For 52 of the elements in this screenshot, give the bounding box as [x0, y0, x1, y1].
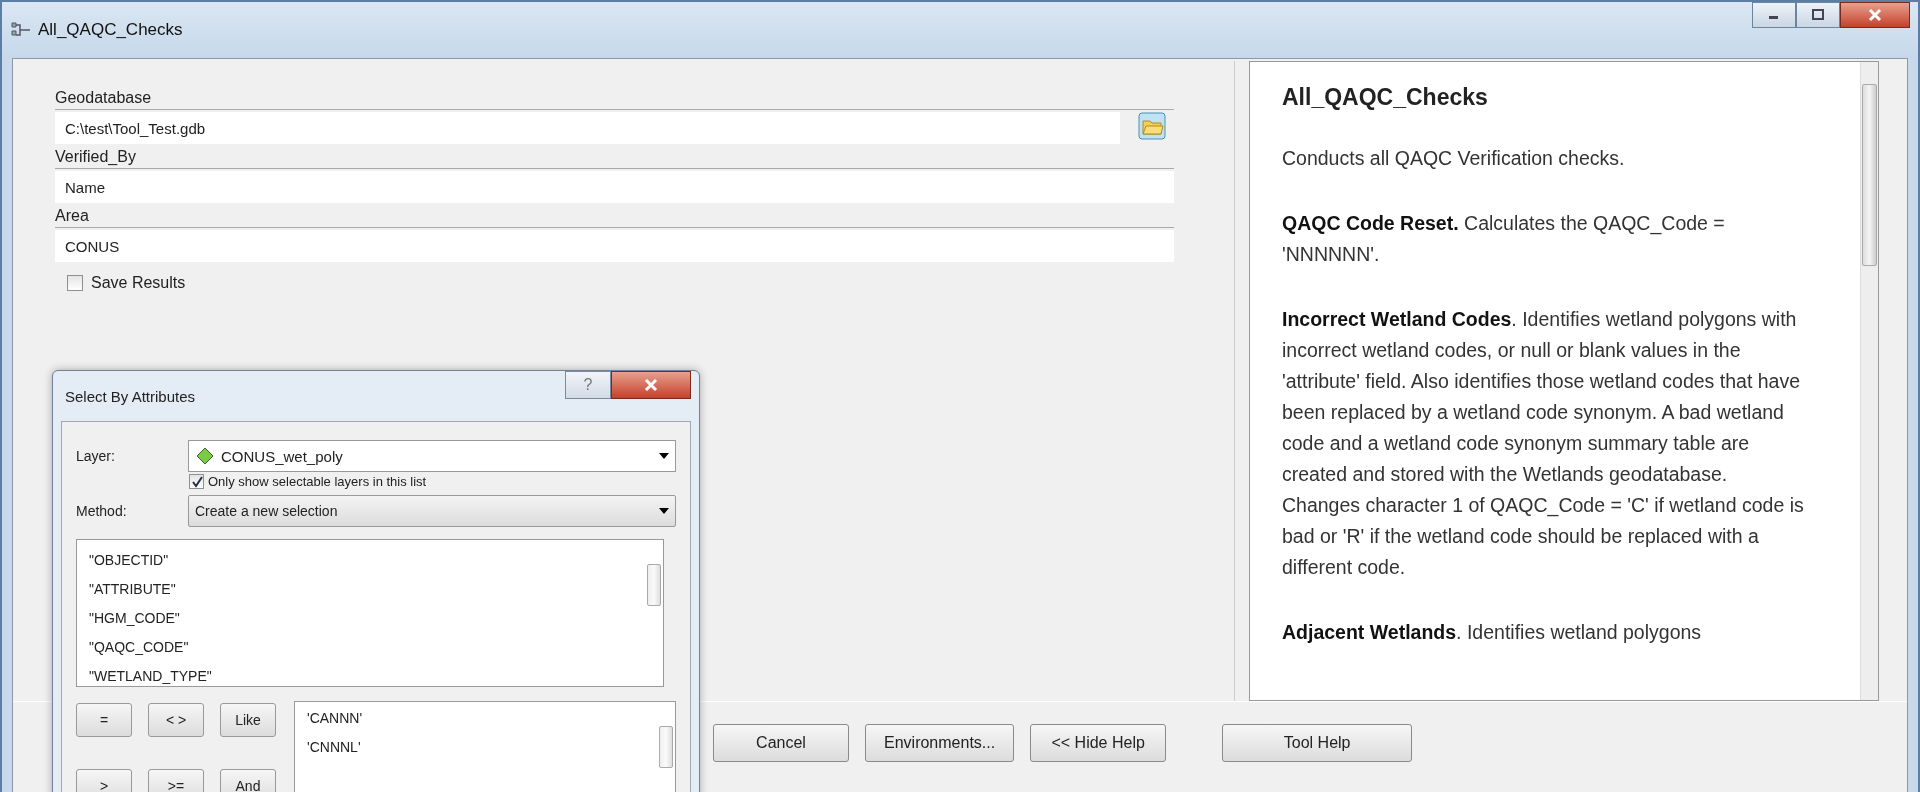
- dialog-button[interactable]: << Hide Help: [1030, 724, 1167, 762]
- method-label: Method:: [76, 503, 128, 519]
- dialog-button[interactable]: Environments...: [865, 724, 1015, 762]
- close-button[interactable]: [1840, 2, 1910, 28]
- tool-icon: [10, 21, 32, 39]
- help-paragraph: Conducts all QAQC Verification checks.: [1282, 146, 1626, 171]
- field-item[interactable]: "ATTRIBUTE": [89, 575, 633, 604]
- help-paragraph: Incorrect Wetland Codes. Identifies wetland polygons with incorrect wetland codes, or null or blank values in the 'attribute' field. Also identifies those wetland codes that have been replaced by a wetland code synonym. A bad wetland code and a wetland code synonym summary table are created and stored with the Wetlands geodatabase. Changes character 1 of QAQC_Code = 'C' if wetland code is bad or 'R' if the wetland code should be replaced with a different code.: [1282, 307, 1805, 580]
- parameter-label: Area: [55, 207, 1174, 228]
- close-button[interactable]: [611, 371, 691, 399]
- parameter-label: Geodatabase: [55, 89, 1174, 110]
- checkbox[interactable]: [189, 474, 204, 489]
- operator-button[interactable]: And: [220, 769, 276, 792]
- diamond-icon: [195, 446, 215, 466]
- field-item[interactable]: "HGM_CODE": [89, 604, 633, 633]
- field-list[interactable]: "OBJECTID" "ATTRIBUTE" "HGM_CODE" "QAQC_CODE" "WETLAND_TYPE": [76, 539, 664, 687]
- field-item[interactable]: "OBJECTID": [89, 546, 633, 575]
- window-title: All_QAQC_Checks: [38, 20, 183, 40]
- layer-label: Layer:: [76, 448, 116, 464]
- dialog-title: Select By Attributes: [64, 387, 196, 405]
- scrollbar[interactable]: [1860, 62, 1878, 700]
- checkbox-label: Save Results: [91, 274, 186, 292]
- checkbox[interactable]: [67, 275, 83, 291]
- tool-help-button[interactable]: Tool Help: [1222, 724, 1413, 762]
- caret-icon: [659, 508, 669, 514]
- field-item[interactable]: "QAQC_CODE": [89, 633, 633, 662]
- checkbox-label: Only show selectable layers in this list: [208, 474, 427, 489]
- dialog-button[interactable]: Cancel: [713, 724, 849, 762]
- text-field[interactable]: C:\test\Tool_Test.gdb: [55, 112, 1120, 144]
- operator-button[interactable]: =: [76, 703, 132, 737]
- operator-button[interactable]: >: [76, 769, 132, 792]
- layer-dropdown[interactable]: CONUS_wet_poly: [188, 440, 676, 472]
- parameter-label: Verified_By: [55, 148, 1174, 169]
- minimize-button[interactable]: [1752, 2, 1796, 28]
- maximize-icon: [1811, 9, 1825, 21]
- close-icon: [1867, 8, 1883, 22]
- method-dropdown[interactable]: Create a new selection: [188, 495, 676, 527]
- help-title: All_QAQC_Checks: [1282, 84, 1489, 111]
- text-field[interactable]: Name: [55, 171, 1174, 203]
- value-item[interactable]: 'CANNN': [307, 704, 645, 733]
- operator-button[interactable]: >=: [148, 769, 204, 792]
- help-paragraph: Adjacent Wetlands. Identifies wetland polygons: [1282, 620, 1703, 645]
- help-button[interactable]: ?: [565, 371, 611, 399]
- close-icon: [643, 378, 659, 392]
- operator-button[interactable]: < >: [148, 703, 204, 737]
- value-item[interactable]: 'CNNNL': [307, 733, 645, 762]
- text-field[interactable]: CONUS: [55, 230, 1174, 262]
- operator-button[interactable]: Like: [220, 703, 276, 737]
- value-list[interactable]: 'CANNN' 'CNNNL': [294, 701, 676, 792]
- maximize-button[interactable]: [1796, 2, 1840, 28]
- caret-icon: [659, 453, 669, 459]
- help-paragraph: QAQC Code Reset. Calculates the QAQC_Code = 'NNNNNN'.: [1282, 211, 1726, 267]
